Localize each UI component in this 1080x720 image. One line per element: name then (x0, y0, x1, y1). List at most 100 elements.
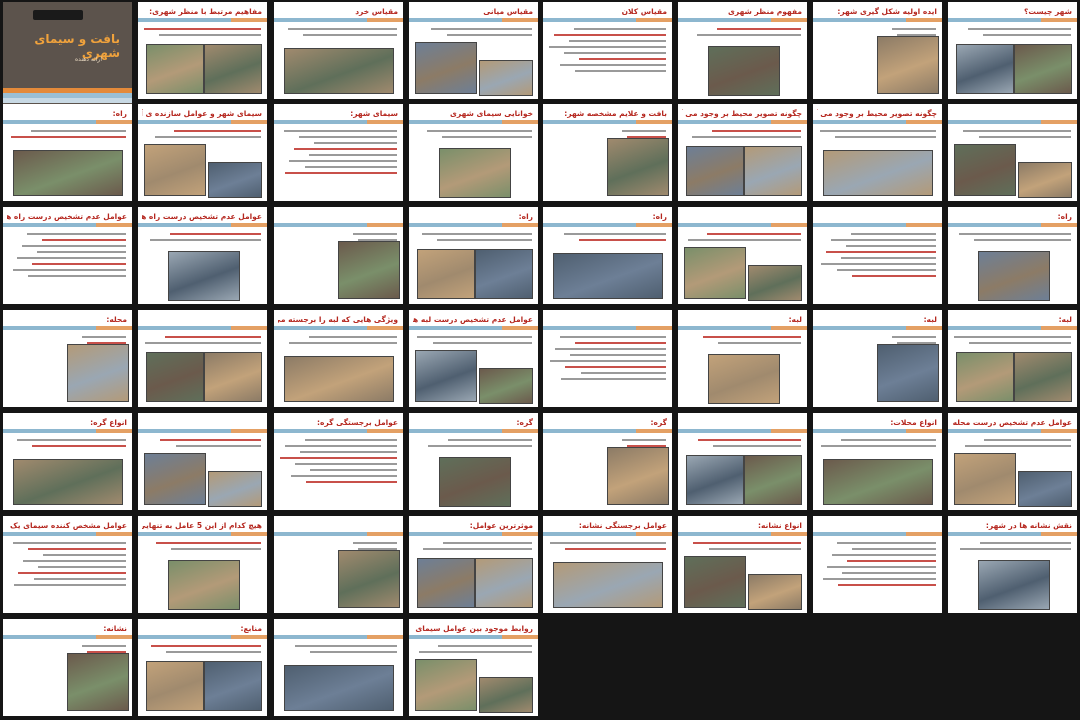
text-line (26, 233, 126, 235)
slide-thumbnail[interactable]: راه: (409, 207, 538, 304)
slide-photo (417, 558, 475, 608)
slide-body-text (684, 439, 801, 451)
slide-photo (978, 251, 1050, 301)
slide-thumbnail[interactable]: راه: (3, 104, 132, 201)
slide-thumbnail[interactable]: بافت و علایم مشخصه شهر: (543, 104, 672, 201)
slide-thumbnail-cover[interactable]: بافت و سیمای شهری ارائه دهنده (3, 2, 132, 112)
title-accent-bar (948, 223, 1077, 227)
slide-thumbnail[interactable]: مقیاس کلان (543, 2, 672, 99)
slide-thumbnail[interactable]: لبه: (813, 310, 942, 407)
slide-thumbnail[interactable] (678, 413, 807, 510)
slide-thumbnail[interactable]: محله: (3, 310, 132, 407)
slide-title: لبه: (788, 315, 802, 324)
slide-thumbnail[interactable] (948, 104, 1077, 201)
slide-title: گره: (650, 418, 667, 427)
slide-title: عوامل برجستگی نشانه: (578, 521, 667, 530)
slide-thumbnail[interactable]: مفهوم منظر شهری (678, 2, 807, 99)
slide-thumbnail[interactable]: عوامل عدم تشخیص درست محله: (948, 413, 1077, 510)
title-accent-bar (948, 532, 1077, 536)
slide-thumbnail[interactable]: نشانه: (3, 619, 132, 716)
text-line (151, 645, 261, 647)
text-line (559, 64, 666, 66)
slide-thumbnail[interactable]: موثرترین عوامل: (409, 516, 538, 613)
slide-thumbnail[interactable]: عوامل عدم تشخیص درست لبه ها: (409, 310, 538, 407)
slide-thumbnail[interactable]: لبه: (948, 310, 1077, 407)
slide-thumbnail[interactable]: روابط موجود بین عوامل سیمای شهر: (409, 619, 538, 716)
slide-thumbnail[interactable]: سیمای شهر: (274, 104, 403, 201)
slide-thumbnail[interactable] (813, 207, 942, 304)
slide-photo (708, 354, 780, 404)
text-line (423, 548, 532, 550)
slide-thumbnail[interactable] (678, 207, 807, 304)
text-line (283, 130, 397, 132)
slide-thumbnail[interactable]: مفاهیم مرتبط با منظر شهری: (138, 2, 267, 99)
text-line (550, 542, 666, 544)
slide-photo (67, 344, 129, 402)
text-line (446, 34, 532, 36)
slide-thumbnail[interactable]: منابع: (138, 619, 267, 716)
slide-body-text (415, 336, 532, 348)
slide-thumbnail[interactable]: لبه: (678, 310, 807, 407)
text-line (438, 645, 532, 647)
slide-title: سیمای شهر: (350, 109, 398, 118)
slide-thumbnail[interactable]: نقش نشانه ها در شهر: (948, 516, 1077, 613)
slide-thumbnail[interactable]: عوامل عدم تشخیص درست راه ها: (3, 207, 132, 304)
slide-thumbnail[interactable]: چگونه تصویر محیط بر وجود می آید: (678, 104, 807, 201)
slide-thumbnail[interactable] (274, 516, 403, 613)
slide-thumbnail[interactable]: شهر چیست؟ (948, 2, 1077, 99)
slide-thumbnail[interactable]: ایده اولیه شکل گیری شهر: (813, 2, 942, 99)
slide-thumbnail[interactable]: سیمای شهر و عوامل سازنده ی آن: (138, 104, 267, 201)
text-line (418, 651, 532, 653)
slide-thumbnail[interactable]: عوامل مشخص کننده سیمای یک محله: عواملی ک… (3, 516, 132, 613)
slide-thumbnail[interactable]: راه: (948, 207, 1077, 304)
title-accent-bar (948, 429, 1077, 433)
title-accent-bar (813, 120, 942, 124)
slide-thumbnail[interactable]: مقیاس خرد (274, 2, 403, 99)
slide-thumbnail[interactable]: ویژگی هایی که لبه را برجسته می سازد: (274, 310, 403, 407)
text-line (836, 269, 936, 271)
slide-title: چگونه تصویر محیط بر وجود می آید: (682, 109, 802, 118)
slide-photo (954, 453, 1016, 505)
title-accent-bar (3, 326, 132, 330)
slide-thumbnail[interactable]: گره: (409, 413, 538, 510)
text-line (165, 336, 261, 338)
slide-thumbnail[interactable]: خوانایی سیمای شهری (409, 104, 538, 201)
slide-thumbnail[interactable]: گره: (543, 413, 672, 510)
slide-thumbnail[interactable]: راه: (543, 207, 672, 304)
text-line (984, 439, 1071, 441)
slide-thumbnail[interactable] (813, 516, 942, 613)
text-line (284, 172, 397, 174)
title-accent-bar (274, 18, 403, 22)
slide-photo (1018, 162, 1072, 198)
slide-thumbnail[interactable]: عوامل برجستگی گره: (274, 413, 403, 510)
slide-thumbnail[interactable]: عوامل برجستگی نشانه: (543, 516, 672, 613)
slide-photo (146, 44, 204, 94)
slide-title: مفاهیم مرتبط با منظر شهری: (149, 7, 262, 16)
title-accent-bar (813, 429, 942, 433)
slide-thumbnail[interactable]: هیچ کدام از این 5 عامل به تنهایی وجود ند… (138, 516, 267, 613)
text-line (427, 445, 532, 447)
text-line (443, 542, 532, 544)
text-line (309, 154, 397, 156)
text-line (622, 130, 666, 132)
text-line (559, 336, 666, 338)
slide-thumbnail[interactable]: چگونه تصویر محیط بر وجود می آید: (813, 104, 942, 201)
slide-thumbnail[interactable]: انواع نشانه: (678, 516, 807, 613)
slide-thumbnail[interactable]: انواع گره: (3, 413, 132, 510)
slide-thumbnail[interactable] (274, 619, 403, 716)
text-line (145, 342, 261, 344)
title-accent-bar (274, 223, 403, 227)
slide-thumbnail[interactable]: انواع محلات: (813, 413, 942, 510)
text-line (18, 572, 126, 574)
slide-thumbnail[interactable]: عوامل عدم تشخیص درست راه ها: (138, 207, 267, 304)
slide-thumbnail[interactable] (543, 310, 672, 407)
slide-photo (168, 560, 240, 610)
slide-thumbnail[interactable] (138, 310, 267, 407)
slide-photo (415, 350, 477, 402)
slide-thumbnail[interactable]: مقیاس میانی (409, 2, 538, 99)
text-line (712, 130, 801, 132)
title-accent-bar (948, 326, 1077, 330)
slide-thumbnail[interactable] (138, 413, 267, 510)
text-line (295, 645, 397, 647)
slide-thumbnail[interactable] (274, 207, 403, 304)
